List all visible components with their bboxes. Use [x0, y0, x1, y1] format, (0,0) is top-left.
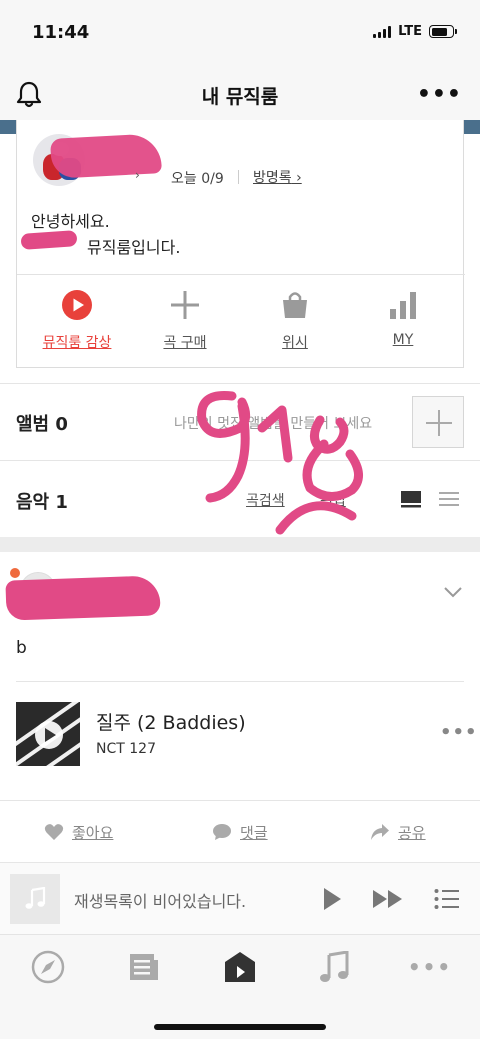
like-label: 좋아요	[72, 823, 114, 842]
comment-label: 댓글	[240, 823, 268, 842]
action-buy-song[interactable]: 곡 구매	[129, 288, 241, 352]
news-icon	[130, 954, 158, 980]
greeting-line-2-text: 뮤직룸입니다.	[87, 238, 181, 257]
song-search-link[interactable]: 곡검색	[246, 490, 285, 510]
post-text: b	[16, 638, 27, 658]
shopping-bag-icon	[283, 292, 307, 318]
chevron-down-icon[interactable]	[444, 586, 462, 598]
status-bar: 11:44 LTE	[0, 0, 480, 70]
status-time: 11:44	[32, 22, 90, 43]
music-note-icon	[25, 887, 46, 909]
album-section-title: 앨범 0	[16, 414, 68, 435]
song-more-icon[interactable]: •••	[440, 722, 478, 743]
divider	[238, 170, 239, 184]
share-label: 공유	[398, 823, 426, 842]
music-section-title: 음악 1	[16, 492, 68, 513]
signal-icon	[373, 25, 392, 38]
battery-icon	[429, 25, 457, 38]
today-visits: 오늘 0/9	[171, 171, 224, 187]
home-indicator	[154, 1024, 326, 1030]
section-gap	[0, 537, 480, 552]
plus-icon	[171, 291, 199, 319]
fast-forward-icon[interactable]	[372, 889, 404, 909]
more-icon: •••	[407, 955, 453, 979]
tab-more[interactable]: •••	[408, 949, 450, 985]
tab-discover[interactable]	[30, 949, 66, 985]
new-indicator-dot	[10, 568, 20, 578]
profile-card: › 오늘 0/9 방명록 › 안녕하세요. 뮤직룸입니다. 뮤직룸 감상 곡 구…	[16, 120, 465, 368]
share-icon	[371, 824, 389, 840]
status-indicators: LTE	[373, 24, 457, 39]
card-view-icon[interactable]	[400, 490, 422, 508]
music-note-icon	[320, 951, 349, 982]
action-wish[interactable]: 위시	[239, 288, 351, 352]
song-title[interactable]: 질주 (2 Baddies)	[96, 708, 246, 735]
like-button[interactable]: 좋아요	[44, 820, 113, 844]
guestbook-label: 방명록	[253, 170, 292, 186]
redacted-username-scribble	[50, 133, 162, 179]
action-label: 위시	[282, 335, 308, 351]
section-divider	[0, 383, 480, 384]
action-label: MY	[392, 332, 414, 348]
add-album-button[interactable]	[412, 396, 464, 448]
mini-player: 재생목록이 비어있습니다.	[0, 862, 480, 934]
handwritten-scribble	[197, 391, 363, 535]
tab-music[interactable]	[316, 949, 352, 985]
top-header: 내 뮤직룸 •••	[0, 70, 480, 120]
more-options-icon[interactable]: •••	[417, 82, 462, 107]
divider	[16, 681, 464, 682]
card-divider	[17, 274, 465, 275]
play-circle-icon	[62, 290, 92, 320]
bottom-tab-bar: •••	[0, 934, 480, 1039]
album-hint-text: 나만의 멋진 앨범을 만들어 보세요	[174, 416, 373, 432]
divider	[0, 800, 480, 801]
guestbook-link[interactable]: 방명록 ›	[253, 167, 302, 187]
action-label: 뮤직룸 감상	[42, 335, 112, 351]
playlist-empty-text: 재생목록이 비어있습니다.	[74, 892, 247, 911]
tab-music-room[interactable]	[222, 949, 258, 985]
share-button[interactable]: 공유	[370, 820, 426, 844]
comment-button[interactable]: 댓글	[212, 820, 268, 844]
redacted-post-author-scribble	[5, 575, 161, 621]
edit-link[interactable]: 편집	[320, 490, 346, 510]
action-my[interactable]: MY	[347, 288, 459, 348]
play-icon[interactable]	[322, 887, 342, 911]
network-type: LTE	[398, 24, 422, 39]
chevron-right-icon: ›	[135, 168, 140, 182]
comment-icon	[213, 824, 231, 840]
list-view-icon[interactable]	[438, 491, 460, 507]
player-artwork[interactable]	[10, 874, 60, 924]
bar-chart-icon	[390, 292, 416, 319]
song-artist[interactable]: NCT 127	[96, 741, 156, 757]
heart-icon	[44, 824, 64, 840]
play-icon[interactable]	[35, 721, 63, 749]
greeting-line-1: 안녕하세요.	[31, 212, 110, 231]
compass-icon	[31, 950, 65, 984]
album-cover[interactable]	[16, 702, 80, 766]
playlist-icon[interactable]	[434, 888, 460, 910]
action-music-room-view[interactable]: 뮤직룸 감상	[21, 288, 133, 352]
action-label: 곡 구매	[163, 335, 207, 351]
tab-news[interactable]	[126, 949, 162, 985]
section-divider	[0, 460, 480, 461]
music-room-icon	[225, 952, 255, 982]
page-title: 내 뮤직룸	[201, 86, 279, 108]
